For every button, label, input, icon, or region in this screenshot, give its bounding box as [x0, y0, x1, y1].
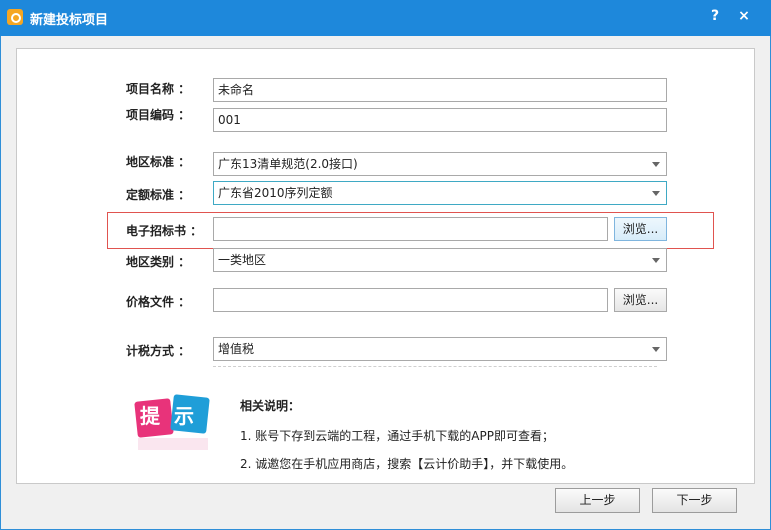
price-file-browse-button[interactable]: 浏览... — [614, 288, 667, 312]
quota-standard-value: 广东省2010序列定额 — [218, 186, 333, 200]
chevron-down-icon — [652, 258, 660, 263]
price-file-input[interactable] — [213, 288, 608, 312]
price-file-label: 价格文件 ： — [126, 295, 191, 309]
region-standard-select[interactable]: 广东13清单规范(2.0接口) — [213, 152, 667, 176]
region-standard-value: 广东13清单规范(2.0接口) — [218, 157, 358, 171]
project-code-input[interactable]: 001 — [213, 108, 667, 132]
project-name-input[interactable]: 未命名 — [213, 78, 667, 102]
chevron-down-icon — [652, 191, 660, 196]
region-type-value: 一类地区 — [218, 253, 267, 267]
quota-standard-label: 定额标准 ： — [126, 188, 191, 202]
e-tender-doc-label: 电子招标书 ： — [126, 224, 203, 238]
e-tender-doc-input[interactable] — [213, 217, 608, 241]
tip-logo-text: 提示 — [140, 404, 208, 428]
e-tender-doc-browse-button[interactable]: 浏览... — [614, 217, 667, 241]
chevron-down-icon — [652, 162, 660, 167]
tips-title: 相关说明： — [240, 399, 301, 413]
tax-method-value: 增值税 — [218, 342, 255, 356]
tax-method-label: 计税方式 ： — [126, 344, 191, 358]
form-panel: 项目名称 ： 未命名 项目编码 ： 001 地区标准 ： 广东13清单规范(2.… — [0, 0, 771, 530]
region-type-label: 地区类别 ： — [126, 255, 191, 269]
chevron-down-icon — [652, 347, 660, 352]
next-step-button[interactable]: 下一步 — [652, 488, 737, 513]
prev-step-button[interactable]: 上一步 — [555, 488, 640, 513]
region-type-select[interactable]: 一类地区 — [213, 248, 667, 272]
region-standard-label: 地区标准 ： — [126, 155, 191, 169]
tax-method-select[interactable]: 增值税 — [213, 337, 667, 361]
quota-standard-select[interactable]: 广东省2010序列定额 — [213, 181, 667, 205]
project-name-label: 项目名称 ： — [126, 82, 191, 96]
divider — [213, 366, 657, 367]
tips-line-1: 1. 账号下存到云端的工程，通过手机下载的APP即可查看； — [240, 429, 554, 443]
project-code-label: 项目编码 ： — [126, 108, 191, 122]
tips-line-2: 2. 诚邀您在手机应用商店，搜索【云计价助手】，并下载使用。 — [240, 457, 574, 471]
